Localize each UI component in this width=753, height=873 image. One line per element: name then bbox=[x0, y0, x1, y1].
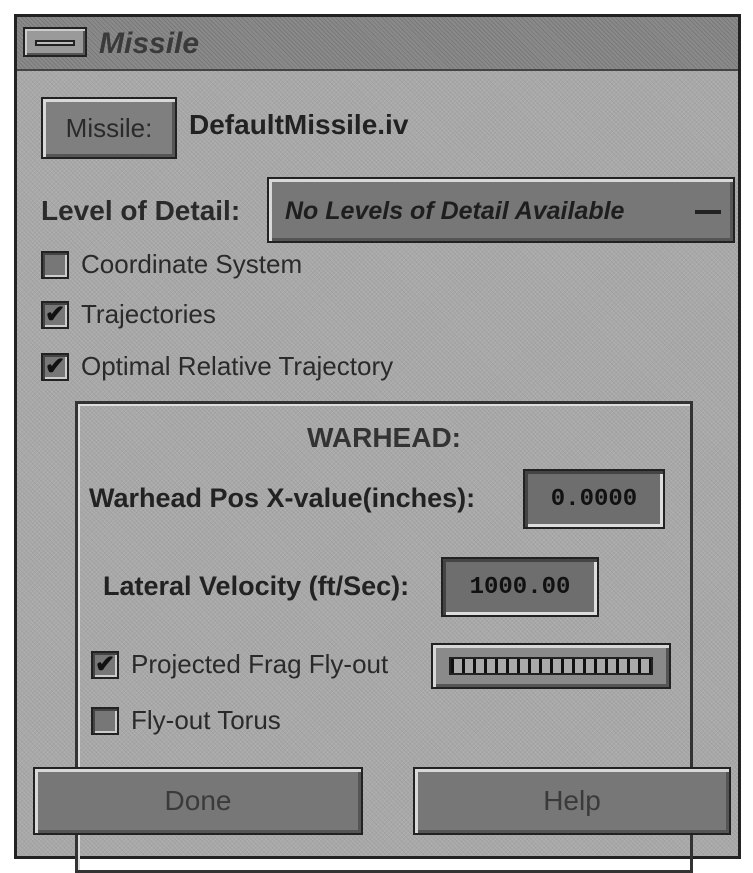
missile-file-name: DefaultMissile.iv bbox=[189, 109, 409, 140]
lod-selected-value: No Levels of Detail Available bbox=[285, 197, 625, 225]
slider-track[interactable] bbox=[449, 657, 653, 675]
title-bar[interactable]: Missile bbox=[17, 17, 738, 71]
checkbox-icon bbox=[41, 250, 69, 279]
warhead-title: WARHEAD: bbox=[307, 422, 461, 453]
frag-flyout-slider[interactable] bbox=[431, 643, 671, 689]
missile-select-button[interactable]: Missile: bbox=[41, 97, 177, 159]
checkmark-icon: ✔ bbox=[41, 352, 69, 381]
trajectories-label: Trajectories bbox=[81, 299, 216, 329]
checkbox-icon bbox=[91, 706, 119, 735]
missile-dialog: Missile Missile: DefaultMissile.iv Level… bbox=[14, 14, 741, 873]
lod-label: Level of Detail: bbox=[41, 195, 241, 226]
flyout-torus-toggle[interactable]: Fly-out Torus bbox=[91, 705, 281, 736]
done-button[interactable]: Done bbox=[33, 767, 363, 835]
flyout-torus-label: Fly-out Torus bbox=[131, 705, 281, 735]
option-menu-indicator-icon bbox=[695, 210, 721, 214]
warhead-pos-x-field[interactable]: 0.0000 bbox=[523, 469, 665, 529]
coordinate-system-label: Coordinate System bbox=[81, 249, 303, 279]
optimal-relative-trajectory-toggle[interactable]: ✔ Optimal Relative Trajectory bbox=[41, 351, 393, 382]
coordinate-system-toggle[interactable]: Coordinate System bbox=[41, 249, 302, 280]
projected-frag-flyout-toggle[interactable]: ✔ Projected Frag Fly-out bbox=[91, 649, 388, 680]
checkmark-icon: ✔ bbox=[91, 650, 119, 679]
warhead-pos-x-label: Warhead Pos X-value(inches): bbox=[89, 483, 476, 513]
optimal-relative-trajectory-label: Optimal Relative Trajectory bbox=[81, 351, 394, 381]
trajectories-toggle[interactable]: ✔ Trajectories bbox=[41, 299, 216, 330]
help-button[interactable]: Help bbox=[413, 767, 731, 835]
lateral-velocity-label: Lateral Velocity (ft/Sec): bbox=[103, 571, 410, 601]
lod-option-menu[interactable]: No Levels of Detail Available bbox=[267, 177, 735, 243]
checkmark-icon: ✔ bbox=[41, 300, 69, 329]
lateral-velocity-field[interactable]: 1000.00 bbox=[441, 557, 599, 617]
projected-frag-flyout-label: Projected Frag Fly-out bbox=[131, 649, 389, 679]
window-title: Missile bbox=[99, 27, 200, 60]
window-menu-button[interactable] bbox=[23, 27, 87, 57]
window-menu-icon bbox=[35, 40, 75, 46]
